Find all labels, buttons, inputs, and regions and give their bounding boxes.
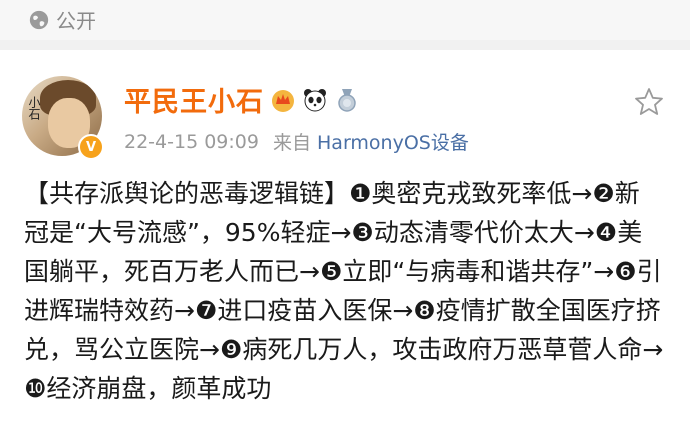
visibility-bar: 公开 [0,0,690,40]
crown-icon[interactable] [270,87,296,113]
author-name[interactable]: 平民王小石 [124,80,264,119]
medal-icon[interactable] [334,87,360,113]
visibility-label: 公开 [56,9,96,33]
panda-icon[interactable] [302,87,328,113]
avatar-caption: 小石 [27,96,41,120]
post-timestamp[interactable]: 22-4-15 09:09 [124,131,259,153]
post-content: 【共存派舆论的恶毒逻辑链】❶奥密克戎致死率低→❷新冠是“大号流感”，95%轻症→… [24,179,664,403]
visibility-indicator[interactable]: 公开 [28,5,96,34]
post-source: 来自 HarmonyOS设备 [273,128,469,155]
verified-badge: V [78,134,104,160]
post-card: 小石 V 平民王小石 22-4-15 09:09 来自 HarmonyOS设备 [0,50,690,447]
source-device-link[interactable]: HarmonyOS设备 [317,132,469,154]
star-icon[interactable] [633,86,665,118]
source-prefix: 来自 [272,132,311,154]
author-row: 平民王小石 [124,80,360,119]
post-meta: 22-4-15 09:09 来自 HarmonyOS设备 [124,128,469,155]
section-divider [0,40,690,50]
globe-icon [29,10,49,29]
